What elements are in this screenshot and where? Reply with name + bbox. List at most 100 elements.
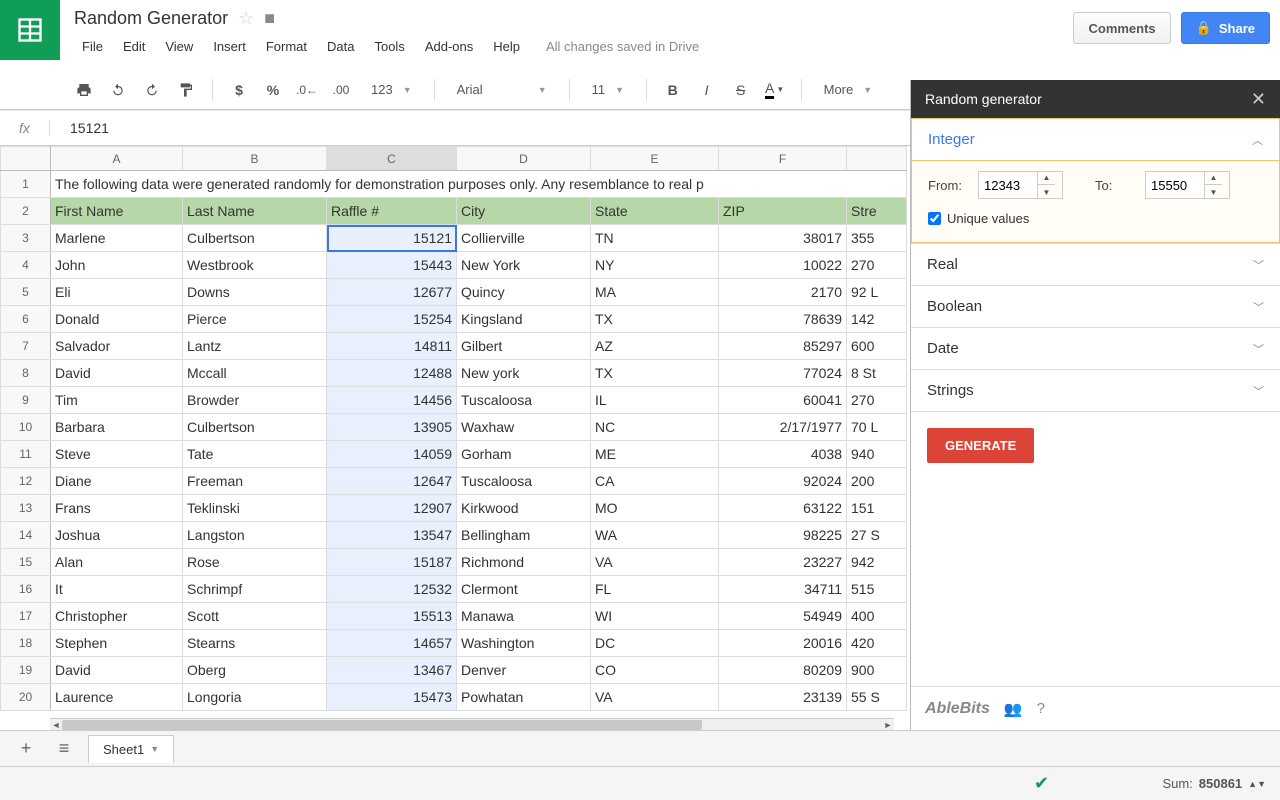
section-real[interactable]: Real﹀ [911, 244, 1280, 285]
cell[interactable]: 13467 [327, 657, 457, 684]
row-header[interactable]: 7 [1, 333, 51, 360]
dec-decimal-icon[interactable]: .0← [293, 76, 321, 104]
col-header-c[interactable]: C [327, 147, 457, 171]
cell[interactable]: Richmond [457, 549, 591, 576]
cell[interactable]: Last Name [183, 198, 327, 225]
cell[interactable]: Tate [183, 441, 327, 468]
cell[interactable]: Tim [51, 387, 183, 414]
cell[interactable]: Schrimpf [183, 576, 327, 603]
cell[interactable]: Gorham [457, 441, 591, 468]
row-header[interactable]: 20 [1, 684, 51, 711]
cell[interactable]: 270 [847, 387, 907, 414]
cell[interactable]: Tuscaloosa [457, 468, 591, 495]
spinner-down-icon[interactable]: ▼ [1204, 185, 1222, 199]
scroll-left-icon[interactable]: ◄ [50, 719, 62, 730]
people-icon[interactable]: 👥 [1004, 700, 1023, 718]
cell[interactable]: New York [457, 252, 591, 279]
undo-icon[interactable] [104, 76, 132, 104]
cell[interactable]: Marlene [51, 225, 183, 252]
cell[interactable]: 13905 [327, 414, 457, 441]
cell[interactable]: MA [591, 279, 719, 306]
cell[interactable]: Christopher [51, 603, 183, 630]
cell[interactable]: CO [591, 657, 719, 684]
menu-file[interactable]: File [74, 37, 111, 56]
select-all-corner[interactable] [1, 147, 51, 171]
row-header[interactable]: 1 [1, 171, 51, 198]
row-header[interactable]: 5 [1, 279, 51, 306]
cell[interactable]: 900 [847, 657, 907, 684]
cell[interactable]: 12907 [327, 495, 457, 522]
close-icon[interactable]: ✕ [1251, 89, 1266, 110]
sheet-tab[interactable]: Sheet1▼ [88, 735, 174, 763]
cell[interactable]: VA [591, 549, 719, 576]
cell[interactable]: Tuscaloosa [457, 387, 591, 414]
cell[interactable]: 34711 [719, 576, 847, 603]
cell[interactable]: Diane [51, 468, 183, 495]
cell[interactable]: New york [457, 360, 591, 387]
cell[interactable]: 2170 [719, 279, 847, 306]
section-date[interactable]: Date﹀ [911, 328, 1280, 369]
col-header-b[interactable]: B [183, 147, 327, 171]
add-sheet-icon[interactable]: + [12, 738, 40, 759]
cell[interactable]: It [51, 576, 183, 603]
cell[interactable]: 940 [847, 441, 907, 468]
menu-view[interactable]: View [157, 37, 201, 56]
cell[interactable]: 98225 [719, 522, 847, 549]
scroll-thumb[interactable] [62, 720, 702, 730]
cell[interactable]: 2/17/1977 [719, 414, 847, 441]
cell[interactable]: 515 [847, 576, 907, 603]
menu-edit[interactable]: Edit [115, 37, 153, 56]
cell[interactable]: Browder [183, 387, 327, 414]
cell[interactable]: Kingsland [457, 306, 591, 333]
formula-bar[interactable]: 15121 [50, 120, 109, 136]
section-integer[interactable]: Integer ︿ [911, 118, 1280, 161]
cell[interactable]: Kirkwood [457, 495, 591, 522]
cell[interactable]: Downs [183, 279, 327, 306]
cell[interactable]: 8 St [847, 360, 907, 387]
cell[interactable]: 60041 [719, 387, 847, 414]
row-header[interactable]: 19 [1, 657, 51, 684]
cell[interactable]: 15187 [327, 549, 457, 576]
cell[interactable]: IL [591, 387, 719, 414]
print-icon[interactable] [70, 76, 98, 104]
cell[interactable]: FL [591, 576, 719, 603]
row-header[interactable]: 14 [1, 522, 51, 549]
col-header-a[interactable]: A [51, 147, 183, 171]
cell[interactable]: Frans [51, 495, 183, 522]
cell[interactable]: 942 [847, 549, 907, 576]
col-header-g[interactable] [847, 147, 907, 171]
row-header[interactable]: 2 [1, 198, 51, 225]
cell[interactable]: TN [591, 225, 719, 252]
font-dropdown[interactable]: Arial▼ [447, 76, 557, 104]
cell[interactable]: 420 [847, 630, 907, 657]
cell[interactable]: 12647 [327, 468, 457, 495]
cell[interactable]: Collierville [457, 225, 591, 252]
cell[interactable]: 92 L [847, 279, 907, 306]
cell[interactable]: Denver [457, 657, 591, 684]
cell[interactable]: Alan [51, 549, 183, 576]
font-size-dropdown[interactable]: 11▼ [582, 76, 634, 104]
cell[interactable]: Scott [183, 603, 327, 630]
cell[interactable]: 12532 [327, 576, 457, 603]
cell[interactable]: Donald [51, 306, 183, 333]
menu-help[interactable]: Help [485, 37, 528, 56]
cell[interactable]: 12677 [327, 279, 457, 306]
cell[interactable]: Pierce [183, 306, 327, 333]
cell[interactable]: 15121 [327, 225, 457, 252]
cell[interactable]: Oberg [183, 657, 327, 684]
menu-format[interactable]: Format [258, 37, 315, 56]
from-input[interactable]: ▲▼ [978, 171, 1063, 199]
cell[interactable]: Stearns [183, 630, 327, 657]
menu-tools[interactable]: Tools [366, 37, 412, 56]
cell[interactable]: 92024 [719, 468, 847, 495]
cell[interactable]: Stre [847, 198, 907, 225]
cell[interactable]: 55 S [847, 684, 907, 711]
cell[interactable]: 200 [847, 468, 907, 495]
section-strings[interactable]: Strings﹀ [911, 370, 1280, 411]
cell[interactable]: Washington [457, 630, 591, 657]
row-header[interactable]: 6 [1, 306, 51, 333]
cell[interactable]: Barbara [51, 414, 183, 441]
cell[interactable]: 15513 [327, 603, 457, 630]
cell[interactable]: 600 [847, 333, 907, 360]
cell[interactable]: 63122 [719, 495, 847, 522]
